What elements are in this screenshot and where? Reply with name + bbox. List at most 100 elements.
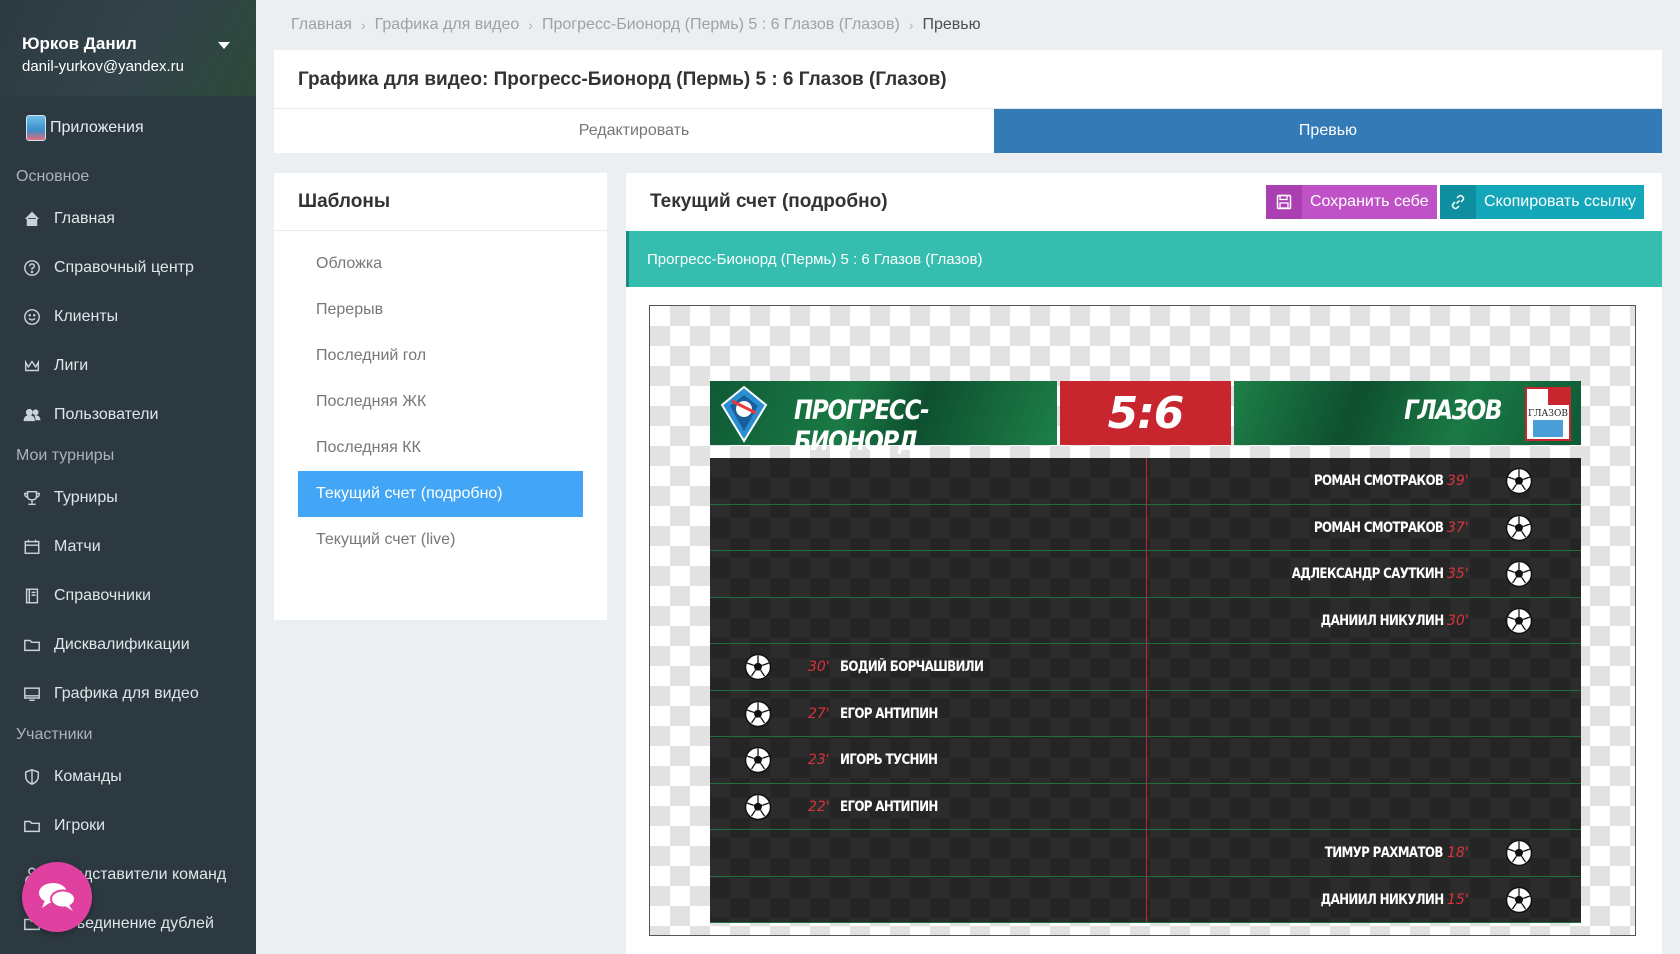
sidebar-section-main: Основное	[16, 168, 90, 185]
player-name: ДАНИИЛ НИКУЛИН	[1320, 891, 1444, 908]
soccer-ball-icon	[744, 654, 772, 681]
chevron-right-icon: ›	[360, 17, 366, 33]
soccer-ball-icon	[744, 793, 772, 820]
event-row: РОМАН СМОТРАКОВ 39'	[710, 458, 1581, 505]
sidebar-item-label: Игроки	[54, 816, 106, 834]
folder-icon	[22, 635, 42, 655]
shield-icon	[22, 767, 42, 787]
save-icon	[1266, 185, 1302, 219]
player-name: ЕГОР АНТИПИН	[840, 798, 938, 815]
player-name: ЕГОР АНТИПИН	[840, 705, 938, 722]
home-goal-event: 23' ИГОРЬ ТУСНИН	[744, 737, 955, 784]
preview-panel: Текущий счет (подробно) Сохранить себе С…	[626, 173, 1662, 954]
breadcrumb-video-graphics[interactable]: Графика для видео	[375, 16, 520, 34]
template-item[interactable]: Последняя ЖК	[298, 379, 583, 425]
trophy-icon	[22, 488, 42, 508]
tab-bar: Редактировать Превью	[274, 108, 1662, 153]
chat-button[interactable]	[22, 862, 92, 932]
templates-title: Шаблоны	[274, 173, 607, 231]
player-name: ДАНИИЛ НИКУЛИН	[1320, 612, 1444, 629]
sidebar-item-label: Команды	[54, 767, 122, 785]
sidebar-item-help[interactable]: Справочный центр	[0, 243, 256, 292]
user-menu[interactable]: Юрков Данил danil-yurkov@yandex.ru	[0, 0, 256, 96]
sidebar-item-users[interactable]: Пользователи	[0, 390, 256, 439]
tab-preview[interactable]: Превью	[994, 108, 1662, 153]
goal-minute: 27'	[808, 705, 830, 722]
chevron-down-icon[interactable]	[218, 42, 230, 49]
sidebar-item-label: Приложения	[50, 119, 144, 136]
sidebar-item-home[interactable]: Главная	[0, 194, 256, 243]
sidebar-item-references[interactable]: Справочники	[0, 571, 256, 620]
goal-minute: 37'	[1447, 519, 1469, 536]
soccer-ball-icon	[1505, 886, 1533, 913]
home-team-name: ПРОГРЕСС-БИОНОРД	[794, 395, 930, 457]
home-goal-event: 27' ЕГОР АНТИПИН	[744, 691, 955, 738]
event-row: ТИМУР РАХМАТОВ 18'	[710, 830, 1581, 877]
match-banner: Прогресс-Бионорд (Пермь) 5 : 6 Глазов (Г…	[626, 231, 1662, 287]
sidebar-item-apps[interactable]: Приложения	[0, 96, 256, 160]
soccer-ball-icon	[1505, 561, 1533, 588]
sidebar-item-label: Лиги	[54, 356, 89, 374]
soccer-ball-icon	[1505, 468, 1533, 495]
event-row: АДЛЕКСАНДР САУТКИН 35'	[710, 551, 1581, 598]
user-email: danil-yurkov@yandex.ru	[22, 58, 184, 75]
link-icon	[1440, 185, 1476, 219]
soccer-ball-icon	[1505, 840, 1533, 867]
breadcrumb-home[interactable]: Главная	[291, 16, 352, 34]
template-item[interactable]: Обложка	[298, 241, 583, 287]
save-button-label: Сохранить себе	[1310, 193, 1429, 210]
templates-list: Обложка Перерыв Последний гол Последняя …	[274, 231, 607, 563]
score: 5:6	[1107, 387, 1185, 439]
events-board: РОМАН СМОТРАКОВ 39' РОМАН СМОТРАКОВ 37' АДЛЕ…	[710, 458, 1581, 923]
preview-title: Текущий счет (подробно)	[650, 191, 888, 212]
calendar-icon	[22, 537, 42, 557]
soccer-ball-icon	[1505, 514, 1533, 541]
breadcrumb-current: Превью	[922, 16, 981, 33]
away-goal-event: АДЛЕКСАНДР САУТКИН 35'	[1265, 551, 1533, 598]
template-item[interactable]: Перерыв	[298, 287, 583, 333]
breadcrumb: Главная › Графика для видео › Прогресс-Б…	[291, 16, 981, 34]
sidebar-item-clients[interactable]: Клиенты	[0, 292, 256, 341]
sidebar-item-label: Справочники	[54, 586, 151, 604]
sidebar-item-matches[interactable]: Матчи	[0, 522, 256, 571]
chevron-right-icon: ›	[528, 17, 533, 33]
away-team-name: ГЛАЗОВ	[1403, 395, 1502, 426]
away-team-logo: ГЛАЗОВ	[1525, 387, 1571, 441]
home-goal-event: 22' ЕГОР АНТИПИН	[744, 784, 955, 831]
crown-icon	[22, 356, 42, 376]
sidebar-item-leagues[interactable]: Лиги	[0, 341, 256, 390]
user-name: Юрков Данил	[22, 34, 137, 53]
away-team-block: ГЛАЗОВ ГЛАЗОВ	[1234, 381, 1581, 445]
sidebar: Юрков Данил danil-yurkov@yandex.ru Прило…	[0, 0, 256, 954]
home-goal-event: 30' БОДИЙ БОРЧАШВИЛИ	[744, 644, 1009, 691]
copy-link-label: Скопировать ссылку	[1484, 193, 1637, 210]
template-item-active[interactable]: Текущий счет (подробно)	[298, 471, 583, 517]
goal-minute: 15'	[1447, 891, 1469, 908]
template-item[interactable]: Последний гол	[298, 333, 583, 379]
sidebar-item-video-graphics[interactable]: Графика для видео	[0, 669, 256, 718]
template-item[interactable]: Текущий счет (live)	[298, 517, 583, 563]
sidebar-item-disqualifications[interactable]: Дисквалификации	[0, 620, 256, 669]
event-row: 30' БОДИЙ БОРЧАШВИЛИ	[710, 644, 1581, 691]
template-item[interactable]: Последняя КК	[298, 425, 583, 471]
goal-minute: 22'	[808, 798, 830, 815]
apps-icon	[26, 115, 46, 141]
goal-minute: 23'	[808, 752, 830, 769]
smile-icon	[22, 307, 42, 327]
sidebar-item-teams[interactable]: Команды	[0, 752, 256, 801]
sidebar-item-players[interactable]: Игроки	[0, 801, 256, 850]
goal-minute: 30'	[808, 659, 830, 676]
save-button[interactable]: Сохранить себе	[1266, 185, 1437, 219]
chat-icon	[39, 883, 76, 911]
goal-minute: 35'	[1447, 566, 1469, 583]
copy-link-button[interactable]: Скопировать ссылку	[1440, 185, 1645, 219]
sidebar-item-tournaments[interactable]: Турниры	[0, 473, 256, 522]
event-row: ДАНИИЛ НИКУЛИН 30'	[710, 598, 1581, 644]
away-logo-text: ГЛАЗОВ	[1528, 409, 1568, 419]
breadcrumb-match[interactable]: Прогресс-Бионорд (Пермь) 5 : 6 Глазов (Г…	[542, 16, 900, 34]
tab-edit[interactable]: Редактировать	[274, 108, 994, 153]
event-row: 22' ЕГОР АНТИПИН	[710, 784, 1581, 831]
page-title: Графика для видео: Прогресс-Бионорд (Пер…	[298, 69, 947, 90]
goal-minute: 18'	[1447, 845, 1469, 862]
soccer-ball-icon	[1505, 607, 1533, 634]
